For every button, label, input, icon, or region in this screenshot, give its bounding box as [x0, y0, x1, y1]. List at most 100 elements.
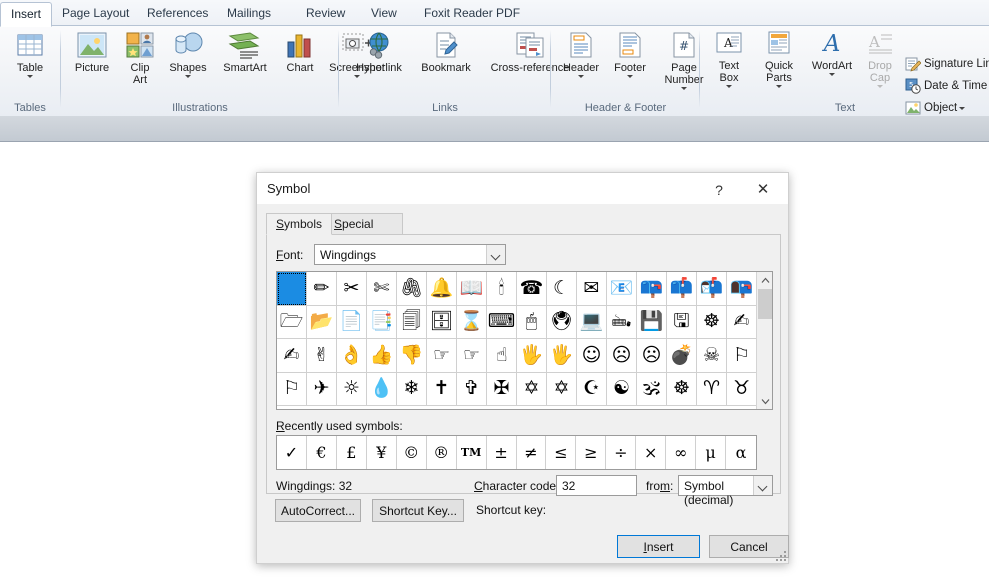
- picture-button[interactable]: Picture: [66, 30, 118, 74]
- pointing-right-symbol[interactable]: ☞: [427, 339, 457, 373]
- trademark-symbol[interactable]: TM: [457, 436, 487, 469]
- signature-line-button[interactable]: Signature Line: [905, 56, 989, 72]
- font-select[interactable]: Wingdings: [314, 244, 506, 265]
- quill-slant-symbol[interactable]: ✍: [277, 339, 307, 373]
- scroll-down-arrow-icon[interactable]: [757, 393, 772, 409]
- less-than-equal-symbol[interactable]: ≤: [546, 436, 577, 469]
- open-book-symbol[interactable]: 📖: [457, 272, 487, 306]
- chevron-down-icon[interactable]: [877, 85, 883, 88]
- envelope-letter-symbol[interactable]: 📧: [607, 272, 637, 306]
- keyboard-symbol[interactable]: ⌨: [487, 305, 517, 339]
- scissors-cut-symbol[interactable]: ✄: [367, 272, 397, 306]
- mailbox-flag-down-symbol[interactable]: 📭: [727, 272, 757, 306]
- pencil-symbol[interactable]: ✏: [307, 272, 337, 306]
- hyperlink-button[interactable]: Hyperlink: [346, 30, 412, 74]
- telephone-symbol[interactable]: ☎: [517, 272, 547, 306]
- wordart-button[interactable]: A WordArt: [805, 30, 859, 76]
- chevron-down-icon[interactable]: [627, 75, 633, 78]
- plus-minus-symbol[interactable]: ±: [487, 436, 517, 469]
- skull-crossbones-symbol[interactable]: ☠: [697, 339, 727, 373]
- smartart-button[interactable]: SmartArt: [214, 30, 276, 74]
- bomb-symbol[interactable]: 💣: [667, 339, 697, 373]
- thumbs-up-symbol[interactable]: 👍: [367, 339, 397, 373]
- text-box-button[interactable]: A Text Box: [705, 30, 753, 88]
- scroll-up-arrow-icon[interactable]: [757, 272, 772, 288]
- mailbox-open-symbol[interactable]: 📫: [667, 272, 697, 306]
- autocorrect-button[interactable]: AutoCorrect...: [275, 499, 361, 522]
- chevron-down-icon[interactable]: [726, 85, 732, 88]
- infinity-symbol[interactable]: ∞: [666, 436, 697, 469]
- symbol-grid-scrollbar[interactable]: [756, 272, 772, 409]
- chevron-down-icon[interactable]: [27, 75, 33, 78]
- dharma-wheel-symbol[interactable]: ☸: [667, 372, 697, 406]
- ribbon-tab-page-layout[interactable]: Page Layout: [52, 2, 139, 26]
- greater-than-equal-symbol[interactable]: ≥: [576, 436, 607, 469]
- thumbs-down-symbol[interactable]: 👎: [397, 339, 427, 373]
- footer-button[interactable]: Footer: [606, 30, 654, 78]
- close-icon[interactable]: ✕: [748, 179, 778, 201]
- dialog-tab-symbols[interactable]: Symbols: [266, 213, 333, 235]
- documents-stack-symbol[interactable]: 🗐: [397, 305, 427, 339]
- file-folder-symbol[interactable]: 🗁: [277, 305, 307, 339]
- chevron-down-icon[interactable]: [829, 73, 835, 76]
- bookmark-button[interactable]: Bookmark: [412, 30, 480, 74]
- index-card-symbol[interactable]: 🖦: [607, 305, 637, 339]
- pound-sign-symbol[interactable]: £: [337, 436, 367, 469]
- shadowed-cross-symbol[interactable]: ✞: [457, 372, 487, 406]
- smiley-face-symbol[interactable]: ☺: [577, 339, 607, 373]
- recently-used-grid[interactable]: ✓ € £ ¥ © ® TM ± ≠ ≤ ≥ ÷ × ∞ μ α: [276, 435, 757, 470]
- micro-sign-symbol[interactable]: μ: [696, 436, 727, 469]
- airplane-symbol[interactable]: ✈: [307, 372, 337, 406]
- filing-cabinet-symbol[interactable]: 🗄: [427, 305, 457, 339]
- flag-pole-symbol[interactable]: ⚐: [277, 372, 307, 406]
- document-lines-symbol[interactable]: 📑: [367, 305, 397, 339]
- latin-cross-symbol[interactable]: ✝: [427, 372, 457, 406]
- snowflake-symbol[interactable]: ❄: [397, 372, 427, 406]
- ribbon-tab-foxit-reader-pdf[interactable]: Foxit Reader PDF: [414, 2, 530, 26]
- clip-art-button[interactable]: Clip Art: [120, 30, 160, 86]
- telephone-dial-symbol[interactable]: ☾: [547, 272, 577, 306]
- computer-symbol[interactable]: 💻: [577, 305, 607, 339]
- ribbon-tab-insert[interactable]: Insert: [0, 2, 53, 27]
- mailbox-flag-up-symbol[interactable]: 📬: [697, 272, 727, 306]
- chart-button[interactable]: Chart: [278, 30, 322, 74]
- yin-yang-symbol[interactable]: ☯: [607, 372, 637, 406]
- date-time-button[interactable]: 5 Date & Time: [905, 78, 987, 94]
- taurus-symbol[interactable]: ♉: [727, 372, 757, 406]
- pointing-right-open-symbol[interactable]: ☞: [457, 339, 487, 373]
- chevron-down-icon[interactable]: [578, 75, 584, 78]
- division-sign-symbol[interactable]: ÷: [606, 436, 637, 469]
- chevron-down-icon[interactable]: [185, 75, 191, 78]
- drop-cap-button[interactable]: A Drop Cap: [859, 30, 901, 88]
- chevron-down-icon[interactable]: [681, 87, 687, 90]
- maltese-cross-symbol[interactable]: ✡: [517, 372, 547, 406]
- symbol-grid[interactable]: ✏ ✂ ✄ 🖇 🔔 📖 🕯 ☎ ☾ ✉ 📧 📪 📫 📬 📭 🗁 📂 📄 📑 🗐 🗄 ⌛ ⌨ 🖱 🖲 💻 🖦 💾 🖫 ☸ ✍ ✍ ✌ 👌 👍 👎 ☞ ☞ ☝ 🖐…: [276, 271, 773, 410]
- star-of-david-symbol[interactable]: ✡: [547, 372, 577, 406]
- character-code-input[interactable]: 32: [556, 475, 637, 496]
- ribbon-tab-view[interactable]: View: [361, 2, 407, 26]
- mailbox-closed-symbol[interactable]: 📪: [637, 272, 667, 306]
- om-symbol[interactable]: 🕉: [637, 372, 667, 406]
- ribbon-tab-references[interactable]: References: [137, 2, 218, 26]
- open-folder-symbol[interactable]: 📂: [307, 305, 337, 339]
- multiplication-sign-symbol[interactable]: ×: [636, 436, 667, 469]
- pointing-left-symbol[interactable]: 🖐: [517, 339, 547, 373]
- chevron-down-icon[interactable]: [486, 245, 505, 264]
- scroll-thumb[interactable]: [758, 289, 772, 319]
- eyeglasses-symbol[interactable]: 🖇: [397, 272, 427, 306]
- alpha-symbol[interactable]: α: [726, 436, 756, 469]
- envelope-symbol[interactable]: ✉: [577, 272, 607, 306]
- euro-sign-symbol[interactable]: €: [307, 436, 337, 469]
- flag-symbol[interactable]: ⚐: [727, 339, 757, 373]
- blank-cell[interactable]: [277, 272, 307, 306]
- shapes-button[interactable]: Shapes: [162, 30, 214, 78]
- candle-symbol[interactable]: 🕯: [487, 272, 517, 306]
- yen-sign-symbol[interactable]: ¥: [367, 436, 397, 469]
- check-mark-symbol[interactable]: ✓: [277, 436, 307, 469]
- from-select[interactable]: Symbol (decimal): [678, 475, 773, 507]
- chevron-down-icon[interactable]: [776, 85, 782, 88]
- dialog-title-bar[interactable]: Symbol ? ✕: [257, 173, 788, 205]
- floppy-disk-symbol[interactable]: 💾: [637, 305, 667, 339]
- chevron-down-icon[interactable]: [753, 476, 772, 495]
- victory-hand-symbol[interactable]: ✌: [307, 339, 337, 373]
